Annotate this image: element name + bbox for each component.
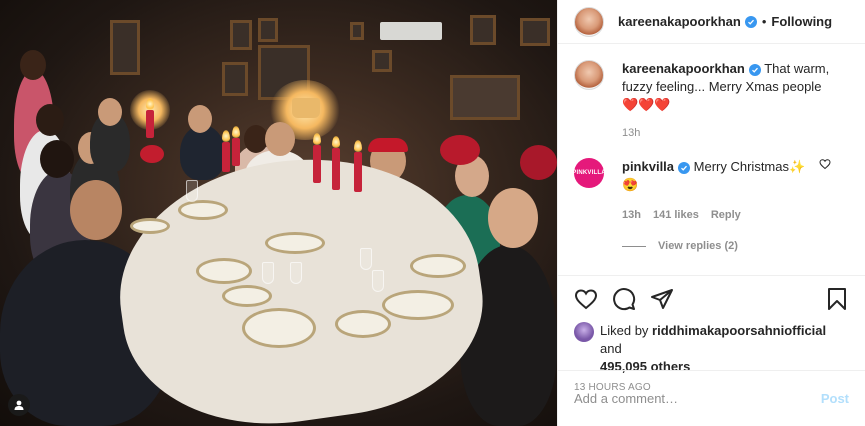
commenter-username[interactable]: pinkvilla: [622, 159, 674, 174]
comment-input[interactable]: [574, 391, 821, 406]
wall-picture: [230, 20, 252, 50]
wall-picture: [372, 50, 392, 72]
guest: [180, 125, 225, 180]
comment: PINKVILLA pinkvilla Merry Christmas✨ 😍 1…: [572, 158, 849, 224]
wall-picture: [110, 20, 140, 75]
save-button[interactable]: [825, 287, 849, 311]
candle: [146, 110, 154, 138]
author-username[interactable]: kareenakapoorkhan: [618, 14, 741, 29]
comment-text: Merry Christmas: [693, 159, 789, 174]
wine-glass: [186, 180, 198, 202]
comment-likes[interactable]: 141 likes: [653, 206, 699, 224]
caption-time[interactable]: 13h: [622, 124, 849, 142]
view-replies-label: View replies (2): [658, 240, 738, 252]
comment-emoji: ✨: [789, 159, 806, 174]
author-avatar[interactable]: [574, 60, 604, 90]
candle-flame: [232, 126, 240, 138]
guest-head: [98, 98, 122, 126]
candle: [232, 138, 240, 166]
wall-picture: [450, 75, 520, 120]
wall-picture: [222, 62, 248, 96]
poinsettia: [140, 145, 164, 163]
author-avatar[interactable]: [574, 6, 604, 37]
caption: kareenakapoorkhan That warm, fuzzy feeli…: [574, 60, 849, 142]
wine-glass: [372, 270, 384, 292]
liked-by-prefix: Liked by: [600, 323, 649, 338]
candle-flame: [146, 98, 154, 110]
caption-username[interactable]: kareenakapoorkhan: [622, 61, 745, 76]
plate: [265, 232, 325, 254]
poinsettia: [440, 135, 480, 165]
commenter-avatar-label: PINKVILLA: [572, 170, 606, 176]
verified-badge-icon: [678, 162, 691, 174]
plate: [242, 308, 316, 348]
liked-by-and: and: [600, 341, 622, 356]
comment-icon: [613, 288, 636, 311]
wine-glass: [360, 248, 372, 270]
guest-head: [70, 180, 122, 240]
plate: [196, 258, 252, 284]
add-comment-bar: Post: [558, 370, 865, 426]
santa-hat: [368, 138, 408, 152]
comment-time[interactable]: 13h: [622, 206, 641, 224]
plate: [410, 254, 466, 278]
candle: [222, 142, 230, 172]
reply-button[interactable]: Reply: [711, 206, 741, 224]
candle-flame: [332, 136, 340, 148]
separator-dot: •: [761, 14, 767, 29]
wall-picture: [258, 18, 278, 42]
plate: [130, 218, 170, 234]
candle-flame: [313, 133, 321, 145]
plate: [382, 290, 454, 320]
user-tag-icon[interactable]: [8, 394, 30, 416]
liker-username[interactable]: riddhimakapoorsahniofficial: [652, 323, 826, 338]
verified-badge-icon: [748, 64, 761, 76]
commenter-avatar[interactable]: PINKVILLA: [572, 158, 606, 188]
comment-button[interactable]: [612, 287, 636, 311]
share-icon: [651, 289, 673, 309]
liker-avatar[interactable]: [574, 322, 594, 342]
post-comment-button[interactable]: Post: [821, 391, 849, 406]
like-comment-heart-icon[interactable]: [819, 158, 831, 170]
candle: [313, 145, 321, 183]
bookmark-icon: [828, 288, 846, 310]
wine-glass: [262, 262, 274, 284]
guest-head: [20, 50, 46, 80]
guest-head: [40, 140, 74, 178]
view-replies-button[interactable]: View replies (2): [622, 240, 849, 252]
wall-picture: [350, 22, 364, 40]
following-button[interactable]: Following: [771, 14, 832, 29]
verified-badge-icon: [744, 15, 757, 28]
plate: [222, 285, 272, 307]
post-details-panel: kareenakapoorkhan • Following kareenakap…: [557, 0, 865, 426]
air-conditioner: [380, 22, 442, 40]
guest-head: [265, 122, 295, 156]
poinsettia: [520, 145, 557, 180]
wall-picture: [470, 15, 496, 45]
lamp-shade: [292, 98, 320, 118]
post-header: kareenakapoorkhan • Following: [558, 0, 865, 44]
candle-flame: [222, 130, 230, 142]
post-photo[interactable]: [0, 0, 557, 426]
plate: [335, 310, 391, 338]
replies-divider: [622, 245, 646, 247]
action-bar: [574, 276, 849, 322]
candle-flame: [354, 140, 362, 152]
candle: [354, 152, 362, 192]
wine-glass: [290, 262, 302, 284]
plate: [178, 200, 228, 220]
share-button[interactable]: [650, 287, 674, 311]
guest-head: [188, 105, 212, 133]
caption-emojis: ❤️❤️❤️: [622, 97, 671, 112]
comments-section: kareenakapoorkhan That warm, fuzzy feeli…: [558, 60, 865, 252]
candle: [332, 148, 340, 190]
likes-summary: Liked by riddhimakapoorsahniofficial and…: [574, 322, 849, 376]
heart-icon: [574, 289, 598, 310]
guest-head: [36, 104, 64, 136]
like-button[interactable]: [574, 287, 598, 311]
guest-head: [488, 188, 538, 248]
wall-picture: [520, 18, 550, 46]
comment-emoji: 😍: [622, 177, 639, 192]
